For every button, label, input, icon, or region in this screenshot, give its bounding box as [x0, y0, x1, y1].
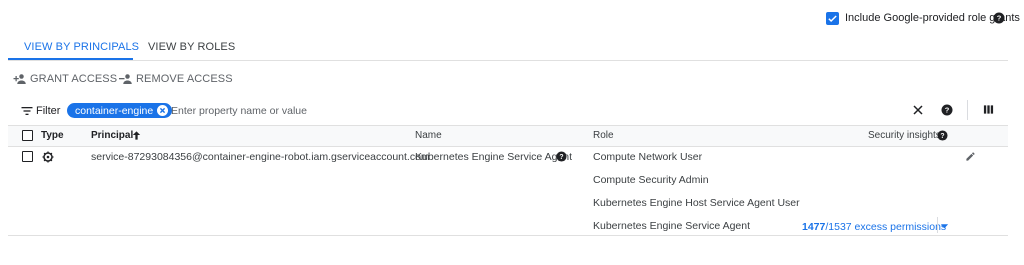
role-item: Compute Security Admin: [593, 174, 709, 186]
select-all-checkbox[interactable]: [22, 130, 33, 141]
tab-view-by-principals[interactable]: VIEW BY PRINCIPALS: [24, 41, 139, 53]
tab-view-by-roles[interactable]: VIEW BY ROLES: [148, 41, 235, 53]
person-add-icon: [12, 73, 26, 85]
table-header-row: [8, 126, 1008, 146]
grant-access-label: GRANT ACCESS: [30, 73, 118, 85]
principal-email: service-87293084356@container-engine-rob…: [91, 151, 430, 163]
filter-list-icon[interactable]: [21, 105, 33, 117]
close-icon[interactable]: [912, 104, 924, 116]
cancel-icon[interactable]: [157, 105, 169, 116]
excess-permissions-total: /1537 excess permissions: [825, 221, 947, 233]
service-account-gear-icon: [42, 151, 54, 163]
include-google-grants-checkbox[interactable]: [826, 12, 839, 25]
filter-label: Filter: [36, 105, 61, 117]
filter-chip-label: container-engine: [75, 104, 154, 117]
filter-input[interactable]: [171, 103, 771, 119]
role-item: Kubernetes Engine Host Service Agent Use…: [593, 197, 800, 209]
remove-access-label: REMOVE ACCESS: [136, 73, 233, 85]
role-item: Compute Network User: [593, 151, 703, 163]
checkmark-icon: [828, 15, 837, 23]
table-bottom-border: [8, 235, 1008, 236]
header-security-insights: Security insights: [868, 130, 941, 141]
svg-text:?: ?: [940, 133, 944, 140]
role-item: Kubernetes Engine Service Agent: [593, 220, 751, 232]
principal-name: Kubernetes Engine Service Agent: [415, 151, 573, 163]
svg-text:?: ?: [945, 106, 950, 115]
person-remove-icon: [118, 73, 132, 85]
svg-text:?: ?: [997, 14, 1002, 23]
pencil-edit-icon[interactable]: [965, 151, 976, 162]
insight-divider: [937, 217, 938, 233]
row-checkbox[interactable]: [22, 151, 33, 162]
grant-access-button[interactable]: GRANT ACCESS: [12, 73, 117, 85]
help-icon[interactable]: ?: [941, 104, 953, 116]
header-role: Role: [593, 130, 614, 141]
header-type: Type: [41, 130, 64, 141]
arrow-upward-icon[interactable]: [131, 130, 142, 141]
view-column-icon[interactable]: [983, 104, 994, 115]
help-icon[interactable]: ?: [556, 151, 567, 162]
excess-permissions-link[interactable]: 1477/1537 excess permissions: [802, 221, 946, 233]
tabs-divider: [8, 60, 1008, 61]
header-name: Name: [415, 130, 442, 141]
excess-permissions-count: 1477: [802, 221, 826, 233]
header-principal[interactable]: Principal: [91, 130, 133, 142]
toolbar-divider: [967, 100, 968, 120]
svg-text:?: ?: [559, 154, 563, 161]
help-icon[interactable]: ?: [937, 130, 948, 141]
arrow-drop-down-icon[interactable]: [940, 222, 949, 230]
help-icon[interactable]: ?: [993, 12, 1005, 24]
table-header-border: [8, 146, 1008, 147]
remove-access-button[interactable]: REMOVE ACCESS: [118, 73, 233, 85]
filter-chip[interactable]: container-engine: [67, 103, 173, 118]
